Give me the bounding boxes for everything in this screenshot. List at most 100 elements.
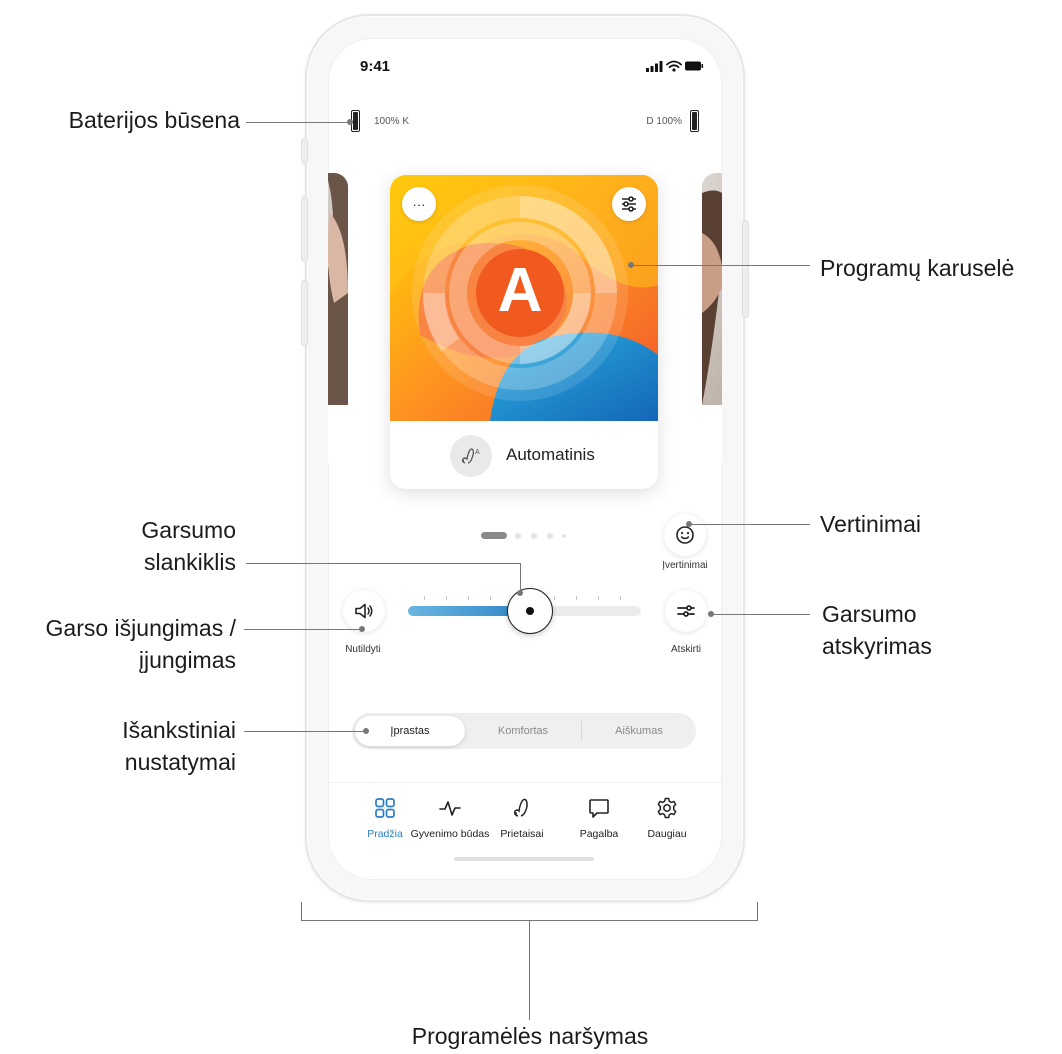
callout-navigation-text: Programėlės naršymas bbox=[411, 1023, 649, 1049]
battery-left-label: 100% K bbox=[374, 116, 410, 127]
chat-icon bbox=[589, 799, 609, 818]
callout-presets-line2: nustatymai bbox=[124, 749, 236, 775]
callout-ratings-line bbox=[690, 524, 810, 525]
preset-selector: Įprastas Komfortas Aiškumas bbox=[352, 713, 696, 749]
ratings-label: Įvertinimai bbox=[662, 560, 708, 571]
pager-dot[interactable] bbox=[531, 533, 537, 539]
more-icon: ··· bbox=[412, 196, 426, 212]
callout-presets-line1: Išankstiniai bbox=[122, 717, 236, 743]
program-photo-man bbox=[702, 173, 722, 405]
callout-presets-dot bbox=[363, 728, 369, 734]
tab-devices-label: Prietaisai bbox=[500, 828, 544, 840]
ratings-button[interactable] bbox=[664, 514, 706, 556]
callout-mute: Garso išjungimas / įjungimas bbox=[0, 612, 236, 676]
program-card-footer: A Automatinis bbox=[390, 421, 658, 489]
program-letter: A bbox=[497, 256, 543, 325]
grid-icon bbox=[375, 798, 395, 818]
callout-ratings-text: Vertinimai bbox=[820, 511, 921, 537]
hearing-aid-auto-icon: A bbox=[450, 435, 492, 477]
callout-slider-line1: Garsumo bbox=[141, 517, 236, 543]
program-photo-woman bbox=[328, 173, 348, 405]
preset-divider bbox=[581, 721, 582, 741]
callout-nav-bracket-right bbox=[757, 902, 758, 920]
callout-presets: Išankstiniai nustatymai bbox=[40, 714, 236, 778]
more-options-button[interactable]: ··· bbox=[402, 187, 436, 221]
pager-dot[interactable] bbox=[547, 533, 553, 539]
callout-slider-line2: slankiklis bbox=[143, 549, 236, 575]
preset-comfort[interactable]: Komfortas bbox=[468, 716, 578, 746]
pager-dot[interactable] bbox=[515, 533, 521, 539]
split-sliders-icon bbox=[677, 605, 695, 617]
slider-tick bbox=[446, 596, 447, 600]
speaker-icon bbox=[355, 603, 373, 619]
volume-slider-thumb[interactable] bbox=[507, 588, 554, 634]
callout-carousel-line bbox=[632, 265, 810, 266]
callout-nav-bracket-left bbox=[301, 902, 302, 920]
split-volume-button[interactable] bbox=[665, 590, 707, 632]
callout-nav-stem bbox=[529, 920, 530, 1020]
slider-tick bbox=[576, 596, 577, 600]
tab-help[interactable]: Pagalba bbox=[564, 796, 634, 852]
tab-help-label: Pagalba bbox=[579, 828, 619, 840]
slider-tick bbox=[424, 596, 425, 600]
phone-power-button bbox=[742, 220, 749, 318]
preset-normal[interactable]: Įprastas bbox=[355, 716, 465, 746]
program-name: Automatinis bbox=[506, 445, 595, 464]
callout-slider-line bbox=[246, 563, 521, 564]
app-screen: 9:41 100% K D 100% A ··· A Automatinis Į… bbox=[328, 38, 722, 880]
pager-dot-active[interactable] bbox=[481, 532, 507, 539]
callout-mute-line2: įjungimas bbox=[138, 647, 236, 673]
signal-icon bbox=[646, 61, 663, 72]
tab-lifestyle-label: Gyvenimo būdas bbox=[410, 828, 490, 840]
callout-ratings: Vertinimai bbox=[820, 508, 1020, 540]
preset-clarity[interactable]: Aiškumas bbox=[584, 716, 694, 746]
slider-tick bbox=[554, 596, 555, 600]
tab-more-label: Daugiau bbox=[647, 828, 687, 840]
battery-status: 100% K D 100% bbox=[328, 110, 722, 134]
phone-battery-icon bbox=[685, 61, 704, 71]
callout-carousel-dot bbox=[628, 262, 634, 268]
callout-slider-dot bbox=[517, 590, 523, 596]
mute-button[interactable] bbox=[343, 590, 385, 632]
phone-volume-up-button bbox=[301, 196, 308, 262]
tab-more[interactable]: Daugiau bbox=[632, 796, 702, 852]
callout-battery-line bbox=[246, 122, 350, 123]
wifi-icon bbox=[666, 60, 682, 69]
callout-carousel: Programų karuselė bbox=[820, 252, 1060, 284]
home-indicator[interactable] bbox=[454, 857, 594, 861]
status-time: 9:41 bbox=[360, 58, 391, 75]
gear-icon bbox=[657, 797, 677, 819]
slider-tick bbox=[468, 596, 469, 600]
callout-battery-dot bbox=[347, 119, 353, 125]
callout-slider: Garsumo slankiklis bbox=[60, 514, 236, 578]
status-icons bbox=[646, 60, 704, 72]
program-settings-button[interactable] bbox=[612, 187, 646, 221]
battery-right-icon bbox=[690, 110, 699, 132]
tab-devices[interactable]: Prietaisai bbox=[487, 796, 557, 852]
mute-label: Nutildyti bbox=[345, 644, 381, 655]
callout-split-dot bbox=[708, 611, 714, 617]
callout-split-line bbox=[712, 614, 810, 615]
pager-dot[interactable] bbox=[562, 534, 566, 538]
tab-lifestyle[interactable]: Gyvenimo būdas bbox=[405, 796, 495, 852]
callout-mute-line1: Garso išjungimas / bbox=[45, 615, 236, 641]
battery-right-label: D 100% bbox=[646, 116, 682, 127]
carousel-next-card[interactable] bbox=[702, 173, 722, 463]
callout-split-line2: atskyrimas bbox=[822, 633, 932, 659]
slider-tick bbox=[490, 596, 491, 600]
sliders-icon bbox=[622, 196, 636, 212]
callout-battery: Baterijos būsena bbox=[10, 104, 240, 136]
callout-slider-vline bbox=[520, 563, 521, 593]
program-card[interactable]: A ··· A Automatinis bbox=[390, 175, 658, 489]
callout-battery-text: Baterijos būsena bbox=[68, 107, 240, 133]
activity-icon bbox=[439, 801, 461, 816]
carousel-previous-card[interactable] bbox=[328, 173, 348, 463]
split-label: Atskirti bbox=[671, 644, 701, 655]
callout-split-line1: Garsumo bbox=[822, 601, 917, 627]
callout-presets-line bbox=[244, 731, 366, 732]
callout-ratings-dot bbox=[686, 521, 692, 527]
callout-split: Garsumo atskyrimas bbox=[822, 598, 1042, 662]
hearing-aid-icon bbox=[514, 798, 528, 817]
slider-tick bbox=[620, 596, 621, 600]
smiley-icon bbox=[676, 526, 694, 544]
